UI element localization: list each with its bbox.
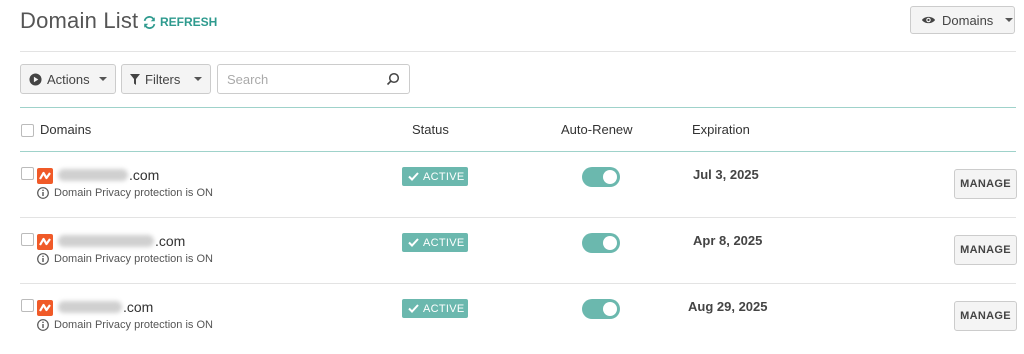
redacted-text	[58, 235, 154, 247]
column-header-auto-renew[interactable]: Auto-Renew	[561, 122, 633, 137]
privacy-note: Domain Privacy protection is ON	[37, 319, 213, 331]
refresh-icon	[143, 15, 156, 29]
page-title: Domain List	[20, 8, 139, 33]
filters-label: Filters	[145, 71, 181, 87]
manage-button[interactable]: MANAGE	[954, 169, 1017, 199]
column-header-status[interactable]: Status	[412, 122, 449, 137]
info-icon	[37, 319, 49, 331]
view-domains-label: Domains	[942, 12, 994, 28]
privacy-note-text: Domain Privacy protection is ON	[54, 253, 213, 265]
select-all-checkbox[interactable]	[21, 124, 34, 137]
privacy-note-text: Domain Privacy protection is ON	[54, 187, 213, 199]
filters-dropdown[interactable]: Filters	[121, 64, 211, 94]
chevron-down-icon	[194, 77, 202, 81]
column-header-expiration[interactable]: Expiration	[692, 122, 750, 137]
eye-icon	[921, 16, 936, 24]
table-row: .com Domain Privacy protection is ON ACT…	[0, 218, 1024, 284]
row-checkbox[interactable]	[21, 299, 34, 312]
privacy-note: Domain Privacy protection is ON	[37, 187, 213, 199]
search-input[interactable]	[218, 65, 378, 93]
chevron-down-icon	[1005, 18, 1014, 22]
search-icon[interactable]	[386, 72, 400, 86]
view-domains-dropdown[interactable]: Domains	[910, 6, 1015, 34]
registrar-logo	[37, 168, 53, 184]
play-circle-icon	[29, 72, 42, 86]
table-row: .com Domain Privacy protection is ON ACT…	[0, 152, 1024, 218]
auto-renew-toggle[interactable]	[582, 167, 620, 187]
chevron-down-icon	[99, 77, 107, 81]
toggle-knob	[603, 302, 617, 316]
expiration-date: Apr 8, 2025	[693, 233, 763, 248]
search-field	[217, 64, 410, 94]
status-text: ACTIVE	[423, 236, 465, 249]
status-text: ACTIVE	[423, 170, 465, 183]
funnel-icon	[130, 73, 140, 85]
registrar-logo	[37, 234, 53, 250]
check-icon	[408, 238, 419, 247]
row-checkbox[interactable]	[21, 167, 34, 180]
domain-name[interactable]: .com	[58, 167, 159, 183]
expiration-date: Jul 3, 2025	[693, 167, 759, 182]
domain-tld: .com	[123, 299, 154, 315]
table-row: .com Domain Privacy protection is ON ACT…	[0, 284, 1024, 350]
privacy-note: Domain Privacy protection is ON	[37, 253, 213, 265]
column-header-domains[interactable]: Domains	[40, 122, 91, 137]
auto-renew-toggle[interactable]	[582, 299, 620, 319]
status-badge: ACTIVE	[402, 299, 468, 318]
page-header: Domain List REFRESH Domains	[0, 0, 1024, 52]
redacted-text	[58, 169, 128, 181]
domain-tld: .com	[129, 167, 160, 183]
redacted-text	[58, 301, 122, 313]
auto-renew-toggle[interactable]	[582, 233, 620, 253]
row-checkbox[interactable]	[21, 233, 34, 246]
actions-label: Actions	[47, 71, 90, 87]
manage-button[interactable]: MANAGE	[954, 301, 1017, 331]
check-icon	[408, 172, 419, 181]
domain-tld: .com	[155, 233, 186, 249]
domain-name[interactable]: .com	[58, 299, 153, 315]
manage-button[interactable]: MANAGE	[954, 235, 1017, 265]
registrar-logo	[37, 300, 53, 316]
expiration-date: Aug 29, 2025	[688, 299, 768, 314]
toggle-knob	[603, 236, 617, 250]
status-text: ACTIVE	[423, 302, 465, 315]
status-badge: ACTIVE	[402, 167, 468, 186]
privacy-note-text: Domain Privacy protection is ON	[54, 319, 213, 331]
table-header: Domains Status Auto-Renew Expiration	[0, 108, 1024, 151]
refresh-button[interactable]: REFRESH	[143, 15, 217, 29]
actions-dropdown[interactable]: Actions	[20, 64, 116, 94]
refresh-label: REFRESH	[160, 15, 218, 29]
info-icon	[37, 253, 49, 265]
toggle-knob	[603, 170, 617, 184]
status-badge: ACTIVE	[402, 233, 468, 252]
divider	[20, 51, 1016, 52]
domain-name[interactable]: .com	[58, 233, 185, 249]
info-icon	[37, 187, 49, 199]
check-icon	[408, 304, 419, 313]
